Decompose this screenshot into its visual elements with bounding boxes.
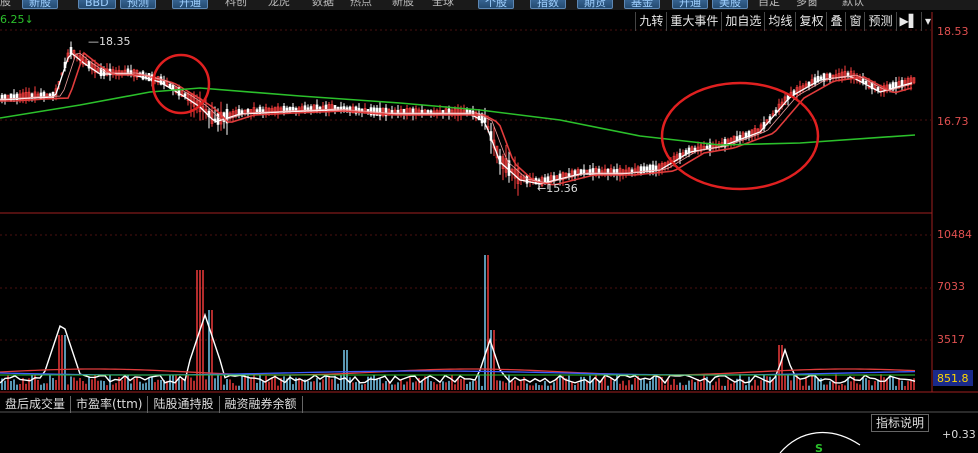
candle bbox=[294, 107, 298, 111]
candle bbox=[258, 106, 262, 116]
top-tab-11[interactable]: 个股 bbox=[478, 0, 514, 9]
candle bbox=[306, 107, 310, 111]
indicator-tab-2[interactable]: 陆股通持股 bbox=[148, 396, 220, 413]
top-tab-3[interactable]: 预测 bbox=[120, 0, 156, 9]
top-tab-7[interactable]: 数据 bbox=[312, 0, 334, 9]
top-tab-2[interactable]: BBD bbox=[78, 0, 116, 9]
candle bbox=[864, 81, 868, 85]
top-tab-9[interactable]: 新股 bbox=[392, 0, 414, 9]
volume-axis-label: 3517 bbox=[937, 333, 965, 346]
major-events-button[interactable]: 重大事件 bbox=[666, 12, 721, 31]
indicator-tab-0[interactable]: 盘后成交量 bbox=[0, 396, 72, 413]
price-axis-top: 18.53 bbox=[937, 25, 969, 38]
forecast-button[interactable]: 预测 bbox=[864, 12, 895, 31]
indicator-help-button[interactable]: 指标说明 bbox=[871, 414, 930, 432]
candle bbox=[630, 169, 634, 173]
candle bbox=[261, 109, 265, 113]
candle bbox=[693, 147, 697, 151]
candle bbox=[567, 173, 571, 177]
volume-axis-label: 10484 bbox=[937, 228, 972, 241]
top-tab-8[interactable]: 热点 bbox=[350, 0, 372, 9]
top-tab-1[interactable]: 新股 bbox=[22, 0, 58, 9]
lower-axis-label: +0.33 bbox=[942, 428, 976, 441]
candle bbox=[129, 70, 133, 75]
candle bbox=[336, 106, 340, 111]
volume-ma-white bbox=[0, 312, 916, 385]
chart-toolbar: 九转 重大事件 加自选 均线 复权叠窗预测 ▶▌ ▾ bbox=[635, 12, 934, 31]
volume-axis-label: 7033 bbox=[937, 280, 965, 293]
current-price-left: 6.25↓ bbox=[0, 13, 34, 26]
top-tab-5[interactable]: 科创 bbox=[225, 0, 247, 9]
signal-marker: S bbox=[815, 442, 823, 453]
candle bbox=[846, 72, 850, 76]
ma-button[interactable]: 均线 bbox=[764, 12, 795, 31]
current-volume-value: 851.8 bbox=[937, 372, 969, 385]
add-watchlist-button[interactable]: 加自选 bbox=[721, 12, 764, 31]
top-tab-13[interactable]: 期货 bbox=[577, 0, 613, 9]
top-tab-17[interactable]: 自定 bbox=[758, 0, 780, 9]
stock-chart[interactable]: —18.35 ←15.36 6.25↓ 18.53 16.73 10484 7033 3517… bbox=[0, 0, 978, 453]
overlay-button[interactable]: 叠 bbox=[826, 12, 845, 31]
top-tab-15[interactable]: 开通 bbox=[672, 0, 708, 9]
low-price-label: ←15.36 bbox=[537, 182, 578, 195]
chevron-down-icon[interactable]: ▾ bbox=[920, 12, 934, 31]
high-price-label: —18.35 bbox=[88, 35, 131, 48]
candle bbox=[240, 110, 244, 114]
top-tab-18[interactable]: 多窗 bbox=[796, 0, 818, 9]
window-button[interactable]: 窗 bbox=[845, 12, 864, 31]
indicator-tab-3[interactable]: 融资融券余额 bbox=[220, 396, 303, 413]
candle bbox=[216, 113, 220, 125]
top-tab-19[interactable]: 默认 bbox=[842, 0, 864, 9]
ma-thin-line bbox=[0, 52, 913, 184]
pin-icon[interactable]: ▶▌ bbox=[895, 12, 921, 31]
indicator-tabs: 盘后成交量 市盈率(ttm) 陆股通持股 融资融券余额 bbox=[0, 396, 303, 413]
top-tab-12[interactable]: 指数 bbox=[530, 0, 566, 9]
top-tab-bar: 股新股 BBD 预测 开通 科创 龙虎 数据 热点 新股 全球 个股 指数 期货 基金 开通 美股 自定 多窗 默认 bbox=[0, 0, 978, 10]
nine-turn-button[interactable]: 九转 bbox=[635, 12, 666, 31]
indicator-tab-1[interactable]: 市盈率(ttm) bbox=[71, 396, 149, 413]
candle bbox=[705, 145, 709, 149]
top-tab-10[interactable]: 全球 bbox=[432, 0, 454, 9]
top-tab-14[interactable]: 基金 bbox=[624, 0, 660, 9]
adjust-button[interactable]: 复权 bbox=[795, 12, 826, 31]
top-tab-4[interactable]: 开通 bbox=[172, 0, 208, 9]
top-tab-6[interactable]: 龙虎 bbox=[268, 0, 290, 9]
price-axis-mid: 16.73 bbox=[937, 115, 969, 128]
candle bbox=[819, 76, 823, 80]
top-tab-16[interactable]: 美股 bbox=[712, 0, 748, 9]
top-tab-0[interactable]: 股 bbox=[0, 0, 11, 9]
